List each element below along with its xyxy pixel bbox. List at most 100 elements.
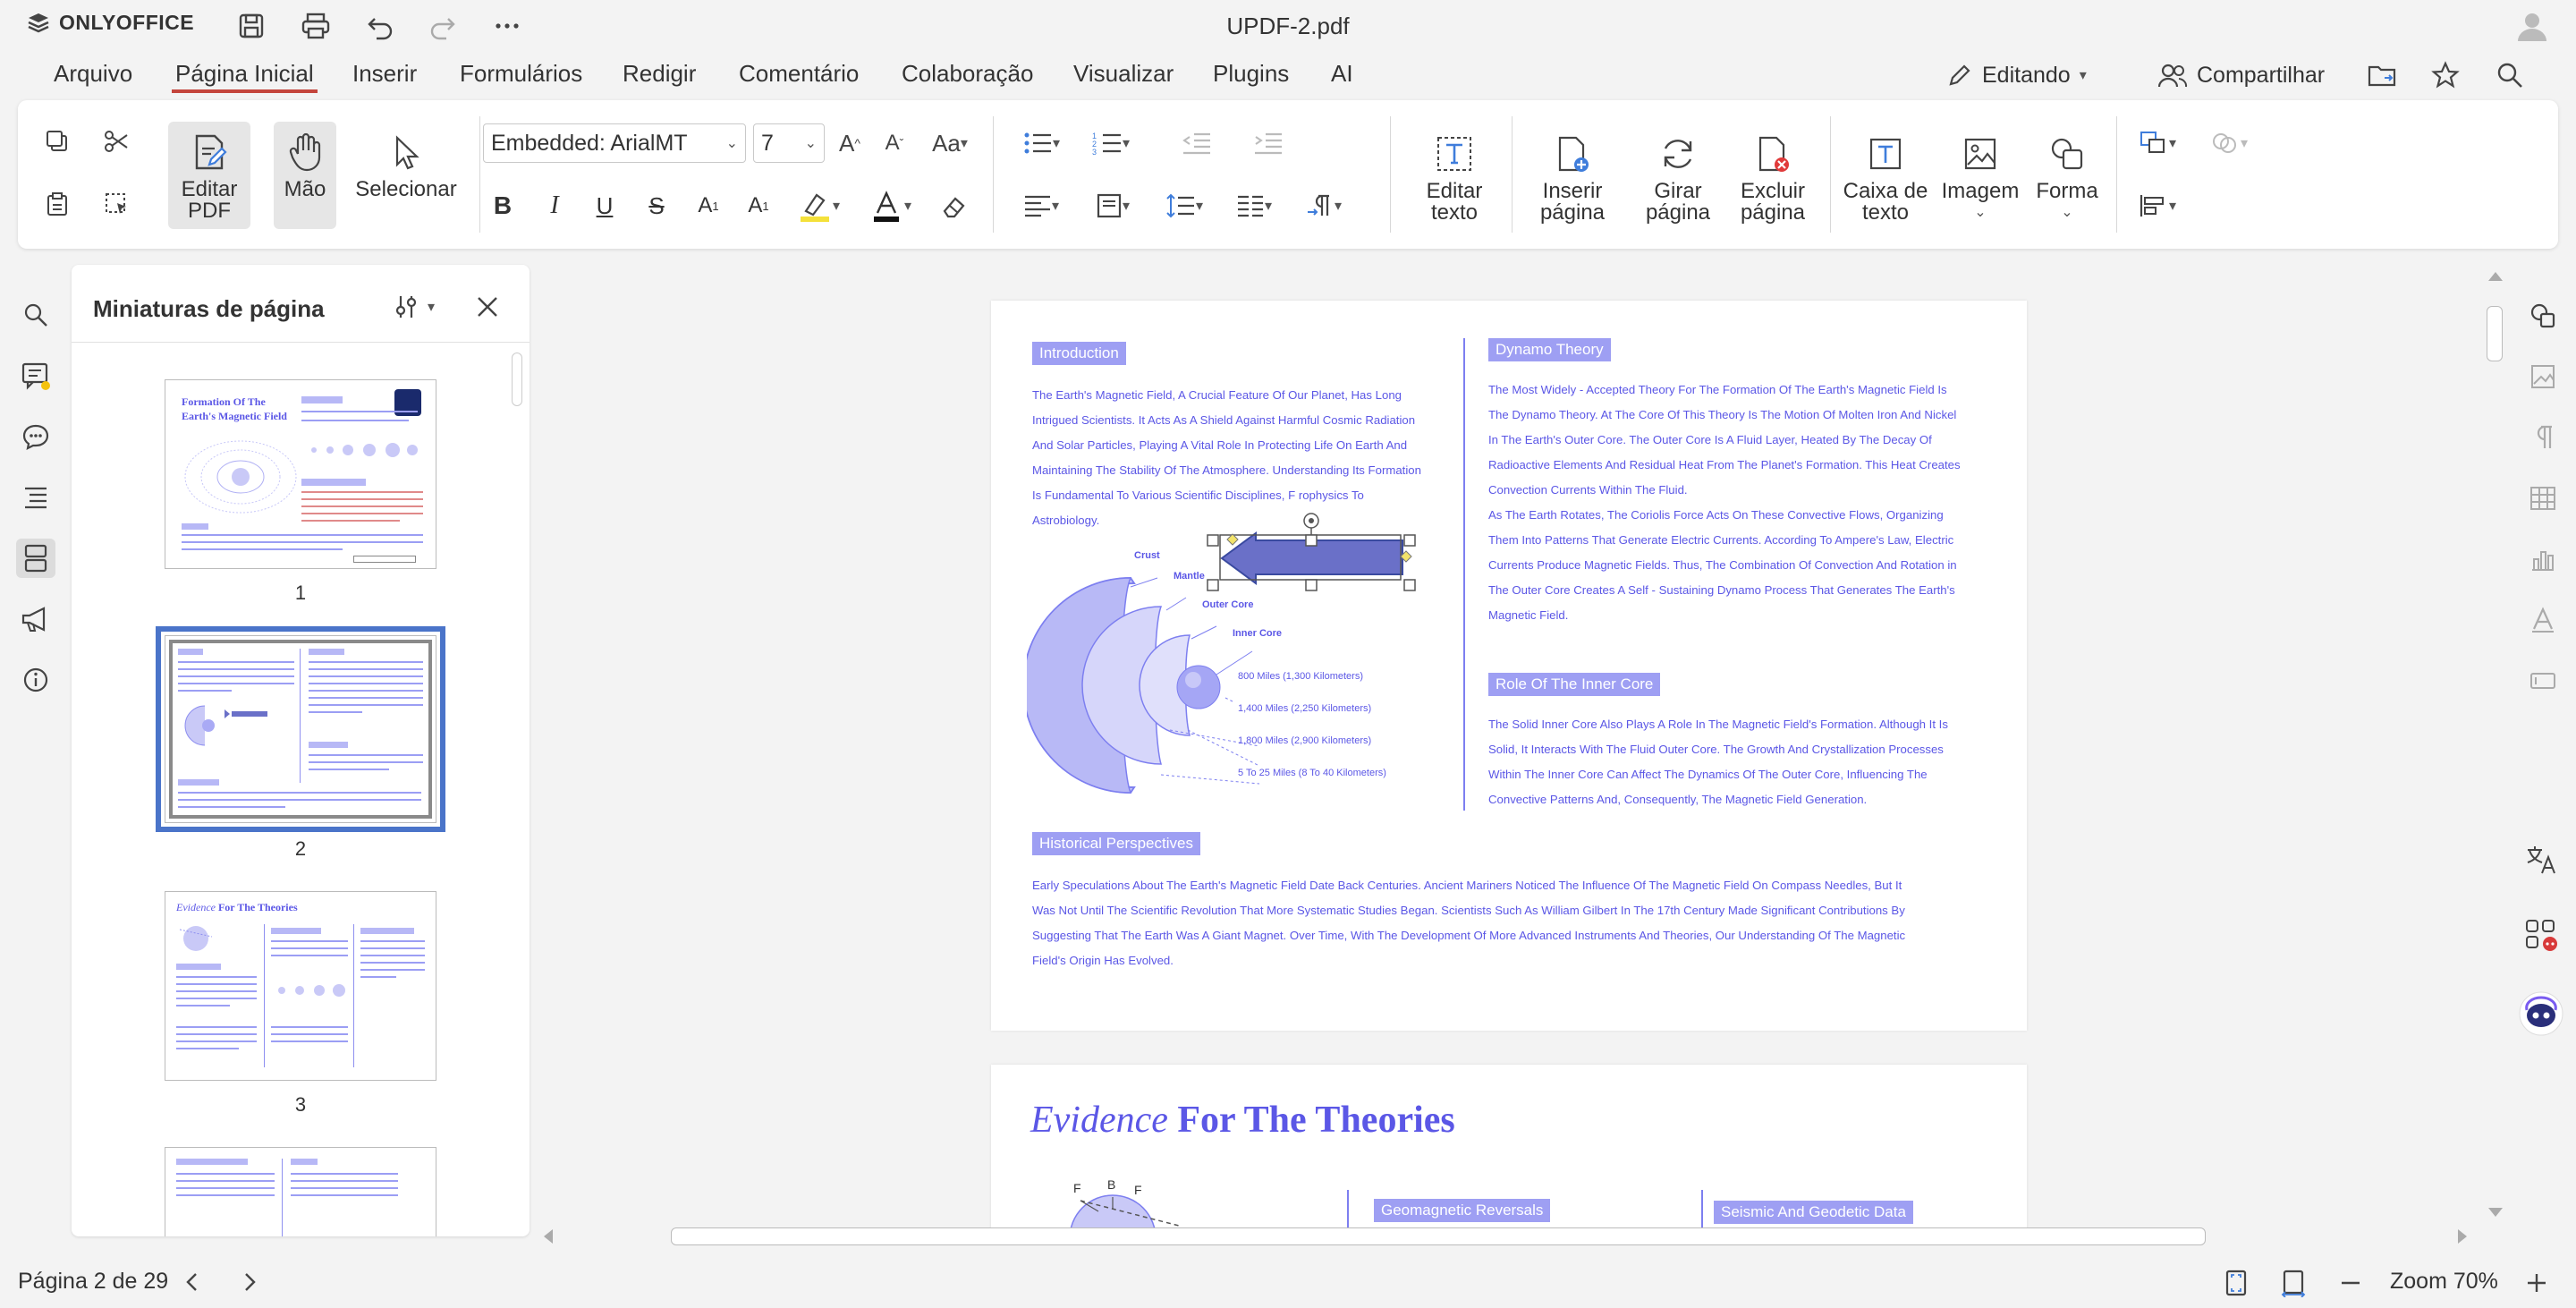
paste-icon[interactable]	[39, 186, 75, 222]
horizontal-scrollbar[interactable]	[537, 1224, 2476, 1249]
paragraph-settings-icon[interactable]	[2522, 417, 2563, 458]
underline-icon[interactable]: U	[585, 186, 624, 225]
tab-colaboracao[interactable]: Colaboração	[898, 57, 1037, 93]
vertical-align-icon[interactable]: ▾	[1080, 186, 1145, 225]
save-icon[interactable]	[234, 9, 268, 43]
selection-handles[interactable]	[1206, 494, 1420, 610]
superscript-icon[interactable]: A1	[689, 186, 728, 225]
thumbnail-settings-button[interactable]: ▾	[394, 292, 456, 322]
subscript-icon[interactable]: A1	[739, 186, 778, 225]
font-size-select[interactable]: 7 ⌄	[753, 123, 825, 163]
increase-font-icon[interactable]: A ^	[830, 123, 869, 163]
line-spacing-icon[interactable]: ▾	[1152, 186, 1216, 225]
tab-pagina-inicial[interactable]: Página Inicial	[172, 57, 318, 93]
bullets-icon[interactable]: ▾	[1009, 123, 1073, 163]
decrease-font-icon[interactable]: Aˇ	[875, 123, 914, 163]
scroll-up-icon[interactable]	[2488, 272, 2503, 281]
group-icon[interactable]: ▾	[2197, 123, 2261, 163]
translate-icon[interactable]	[2517, 836, 2565, 884]
decrease-indent-icon[interactable]	[1177, 123, 1216, 163]
chat-icon[interactable]	[16, 417, 55, 456]
headings-icon[interactable]	[16, 478, 55, 517]
highlight-color-icon[interactable]: ▾	[787, 186, 850, 225]
fit-page-icon[interactable]	[2220, 1267, 2252, 1299]
strikethrough-icon[interactable]: S	[637, 186, 676, 225]
previous-page-icon[interactable]	[179, 1269, 206, 1295]
numbering-icon[interactable]: 1 2 3 ▾	[1079, 123, 1143, 163]
scroll-down-icon[interactable]	[2488, 1208, 2503, 1217]
fit-width-icon[interactable]	[2277, 1267, 2309, 1299]
redo-icon[interactable]	[426, 9, 460, 43]
vertical-scrollbar[interactable]	[2481, 265, 2508, 1229]
editing-mode-button[interactable]: Editando ▾	[1946, 57, 2087, 93]
edit-text-button[interactable]: Editar texto	[1406, 127, 1503, 234]
text-box-button[interactable]: Caixa de texto	[1841, 127, 1930, 243]
open-location-icon[interactable]	[2367, 57, 2397, 93]
columns-icon[interactable]: ▾	[1222, 186, 1286, 225]
historical-perspectives-text[interactable]: Early Speculations About The Earth's Mag…	[1032, 873, 1998, 973]
comments-icon[interactable]	[16, 356, 55, 395]
document-viewport[interactable]: Introduction The Earth's Magnetic Field,…	[533, 265, 2474, 1231]
dynamo-theory-text[interactable]: The Most Widely - Accepted Theory For Th…	[1488, 378, 2007, 628]
page-thumbnails-icon[interactable]	[16, 539, 55, 578]
search-icon[interactable]	[2496, 57, 2524, 93]
more-icon[interactable]	[490, 9, 524, 43]
vertical-scroll-thumb[interactable]	[2487, 306, 2503, 361]
info-icon[interactable]	[16, 660, 55, 700]
select-all-icon[interactable]	[98, 186, 134, 222]
text-art-settings-icon[interactable]	[2522, 599, 2563, 641]
thumbnail-page-3[interactable]: Evidence For The Theories	[165, 891, 436, 1081]
font-color-icon[interactable]: ▾	[859, 186, 921, 225]
tab-comentario[interactable]: Comentário	[735, 57, 862, 93]
scroll-right-icon[interactable]	[2458, 1229, 2467, 1244]
chart-settings-icon[interactable]	[2522, 539, 2563, 580]
arrange-icon[interactable]: ▾	[2125, 123, 2190, 163]
clear-format-icon[interactable]	[934, 186, 973, 225]
ai-assistant-icon[interactable]	[2515, 988, 2567, 1040]
thumbnail-page-4[interactable]	[165, 1147, 436, 1236]
align-objects-icon[interactable]: ▾	[2125, 186, 2190, 225]
insert-page-button[interactable]: Inserir página	[1522, 127, 1623, 243]
tab-visualizar[interactable]: Visualizar	[1070, 57, 1177, 93]
increase-indent-icon[interactable]	[1249, 123, 1288, 163]
tab-plugins[interactable]: Plugins	[1209, 57, 1292, 93]
image-settings-icon[interactable]	[2522, 356, 2563, 397]
tab-inserir[interactable]: Inserir	[349, 57, 420, 93]
tab-redigir[interactable]: Redigir	[619, 57, 699, 93]
print-icon[interactable]	[299, 9, 333, 43]
panel-scrollbar-thumb[interactable]	[512, 352, 522, 406]
select-tool-button[interactable]: Selecionar	[349, 122, 463, 229]
tab-formularios[interactable]: Formulários	[456, 57, 586, 93]
bold-icon[interactable]: B	[483, 186, 522, 225]
close-panel-icon[interactable]	[472, 292, 503, 322]
zoom-out-icon[interactable]	[2334, 1267, 2367, 1299]
zoom-in-icon[interactable]	[2521, 1267, 2553, 1299]
find-icon[interactable]	[16, 295, 55, 335]
delete-page-button[interactable]: Excluir página	[1724, 127, 1821, 243]
tab-arquivo[interactable]: Arquivo	[50, 57, 136, 93]
hand-tool-button[interactable]: Mão	[274, 122, 336, 229]
cut-icon[interactable]	[98, 123, 134, 159]
undo-icon[interactable]	[363, 9, 397, 43]
shape-settings-icon[interactable]	[2522, 295, 2563, 336]
next-page-icon[interactable]	[236, 1269, 263, 1295]
font-name-select[interactable]: Embedded: ArialMT ⌄	[483, 123, 746, 163]
favorite-icon[interactable]	[2431, 57, 2460, 93]
table-settings-icon[interactable]	[2522, 478, 2563, 519]
scroll-left-icon[interactable]	[544, 1229, 553, 1244]
tab-ai[interactable]: AI	[1327, 57, 1357, 93]
thumbnail-page-1[interactable]: Formation Of The Earth's Magnetic Field	[165, 379, 436, 569]
share-button[interactable]: Compartilhar	[2157, 57, 2325, 93]
align-left-icon[interactable]: ▾	[1009, 186, 1073, 225]
copy-icon[interactable]	[39, 123, 75, 159]
form-settings-icon[interactable]	[2522, 660, 2563, 701]
horizontal-scroll-thumb[interactable]	[671, 1227, 2206, 1245]
thumbnail-page-2[interactable]	[156, 626, 445, 832]
plugins-grid-icon[interactable]	[2517, 911, 2565, 959]
inner-core-text[interactable]: The Solid Inner Core Also Plays A Role I…	[1488, 712, 2007, 812]
image-button[interactable]: Imagem ⌄	[1936, 127, 2025, 243]
user-avatar-icon[interactable]	[2513, 7, 2551, 45]
shape-button[interactable]: Forma ⌄	[2027, 127, 2107, 243]
change-case-icon[interactable]: Aa ▾	[921, 123, 979, 163]
rotate-page-button[interactable]: Girar página	[1628, 127, 1728, 243]
